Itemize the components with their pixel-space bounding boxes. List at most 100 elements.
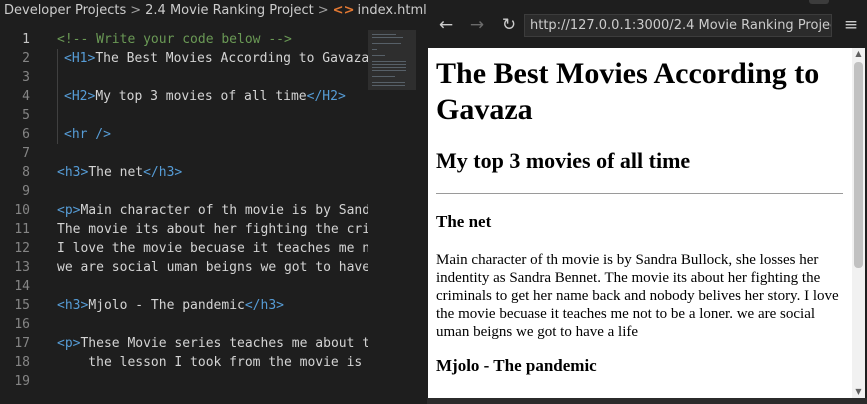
code-content: Main character of th movie is by Sandra <box>80 203 368 218</box>
minimap-line <box>372 49 377 50</box>
scroll-down-arrow-icon[interactable]: ▼ <box>852 386 865 398</box>
code-line[interactable]: 8 <h3>The net</h3> <box>0 163 368 182</box>
code-tag: </H2> <box>306 89 346 104</box>
line-number: 13 <box>14 260 30 275</box>
code-line[interactable]: 1 <!-- Write your code below --> <box>0 30 368 49</box>
minimap-line <box>372 37 403 38</box>
line-number: 5 <box>22 108 30 123</box>
code-line[interactable]: 12 I love the movie becuase it teaches me… <box>0 239 368 258</box>
code-line[interactable]: 11 The movie its about her fighting the c… <box>0 220 368 239</box>
code-text: the lesson I took from the movie is t <box>57 353 368 372</box>
code-text: The movie its about her fighting the cri… <box>57 220 368 239</box>
code-text: <h3>The net</h3> <box>57 163 182 182</box>
code-line[interactable]: 2 <H1>The Best Movies According to Gavaza <box>0 49 368 68</box>
code-line[interactable]: 5 <box>0 106 368 125</box>
minimap-line <box>372 70 406 71</box>
code-line[interactable]: 9 <box>0 182 368 201</box>
breadcrumb-project[interactable]: 2.4 Movie Ranking Project <box>145 3 314 18</box>
code-tag: <p> <box>57 336 81 351</box>
code-line[interactable]: 15 <h3>Mjolo - The pandemic</h3> <box>0 296 368 315</box>
code-line[interactable]: 4 <H2>My top 3 movies of all time</H2> <box>0 87 368 106</box>
indent-guide <box>57 125 58 144</box>
minimap-line <box>372 61 406 62</box>
code-tag: <p> <box>57 203 81 218</box>
minimap-line <box>372 55 385 56</box>
code-line[interactable]: 10 <p>Main character of th movie is by Sa… <box>0 201 368 220</box>
code-tag: <H2> <box>64 89 96 104</box>
code-tag: <h3> <box>57 298 89 313</box>
code-content: Mjolo - The pandemic <box>88 298 245 313</box>
code-text: <hr /> <box>64 125 111 144</box>
browser-preview: ← → ↻ http://127.0.0.1:3000/2.4 Movie Ra… <box>427 0 867 404</box>
line-number: 2 <box>22 51 30 66</box>
line-number: 7 <box>22 146 30 161</box>
code-line[interactable]: 16 <box>0 315 368 334</box>
page-subheading: My top 3 movies of all time <box>436 148 691 173</box>
movie-title-2: Mjolo - The pandemic <box>436 356 597 375</box>
minimap-slider[interactable] <box>368 30 416 90</box>
line-number: 12 <box>14 241 30 256</box>
line-number: 9 <box>22 184 30 199</box>
minimap-line <box>372 64 406 65</box>
minimap-line <box>372 67 406 68</box>
code-line[interactable]: 3 <box>0 68 368 87</box>
status-strip <box>427 398 867 404</box>
forward-arrow-icon[interactable]: → <box>466 14 488 36</box>
code-area[interactable]: 1 <!-- Write your code below --> 2 <H1>The … <box>0 30 368 404</box>
line-number: 6 <box>22 127 30 142</box>
line-number: 1 <box>22 32 30 47</box>
code-text: <!-- Write your code below --> <box>57 30 292 49</box>
page-heading: The Best Movies According to Gavaza <box>436 57 820 126</box>
movie-description-1: Main character of th movie is by Sandra … <box>436 252 839 340</box>
indent-guide <box>57 106 58 125</box>
code-line[interactable]: 18 the lesson I took from the movie is t <box>0 353 368 372</box>
code-tag: <hr /> <box>64 127 111 142</box>
address-bar[interactable]: http://127.0.0.1:3000/2.4 Movie Ranking … <box>524 14 832 37</box>
back-arrow-icon[interactable]: ← <box>435 14 457 36</box>
line-number: 14 <box>14 279 30 294</box>
code-line[interactable]: 17 <p>These Movie series teaches me about… <box>0 334 368 353</box>
scrollbar-thumb[interactable] <box>854 62 863 268</box>
minimap-line <box>372 34 396 35</box>
hamburger-menu-icon[interactable]: ≡ <box>841 14 861 36</box>
code-content: The net <box>88 165 144 180</box>
code-text: I love the movie becuase it teaches me n… <box>57 239 368 258</box>
code-line[interactable]: 6 <hr /> <box>0 125 368 144</box>
scroll-up-arrow-icon[interactable]: ▲ <box>852 48 865 60</box>
code-text: <H2>My top 3 movies of all time</H2> <box>64 87 346 106</box>
code-content: These Movie series teaches me about th <box>80 336 368 351</box>
line-number: 18 <box>14 355 30 370</box>
line-number: 8 <box>22 165 30 180</box>
editor-scrollbar[interactable] <box>416 22 427 404</box>
indent-guide <box>57 49 58 68</box>
code-line[interactable]: 14 <box>0 277 368 296</box>
rendered-page: The Best Movies According to Gavaza My t… <box>428 48 852 398</box>
code-content: we are social uman beigns we got to have… <box>57 260 368 275</box>
indent-guide <box>57 87 58 106</box>
breadcrumb-separator: > <box>130 3 142 18</box>
html-file-icon: <> <box>332 3 355 18</box>
reload-icon[interactable]: ↻ <box>498 14 520 36</box>
code-line[interactable]: 19 <box>0 372 368 391</box>
code-comment: <!-- Write your code below --> <box>57 32 292 47</box>
code-line[interactable]: 7 <box>0 144 368 163</box>
line-number: 19 <box>14 374 30 389</box>
code-tag: </h3> <box>143 165 183 180</box>
minimap-line <box>372 76 395 77</box>
code-content: the lesson I took from the movie is t <box>57 355 368 370</box>
line-number: 3 <box>22 70 30 85</box>
code-tag: <h3> <box>57 165 89 180</box>
code-content: The Best Movies According to Gavaza <box>95 51 368 66</box>
line-number: 10 <box>14 203 30 218</box>
code-line[interactable]: 13 we are social uman beigns we got to ha… <box>0 258 368 277</box>
breadcrumb-file[interactable]: index.html <box>357 3 426 18</box>
breadcrumb-folder[interactable]: Developer Projects <box>4 3 126 18</box>
line-number: 11 <box>14 222 30 237</box>
code-editor[interactable]: Developer Projects >2.4 Movie Ranking Pro… <box>0 0 427 404</box>
minimap-line <box>372 82 405 83</box>
minimap[interactable] <box>368 30 416 404</box>
code-text: we are social uman beigns we got to have… <box>57 258 368 277</box>
page-scrollbar[interactable]: ▲ ▼ <box>852 48 865 398</box>
breadcrumb: Developer Projects >2.4 Movie Ranking Pro… <box>0 0 427 22</box>
movie-title-1: The net <box>436 212 492 231</box>
